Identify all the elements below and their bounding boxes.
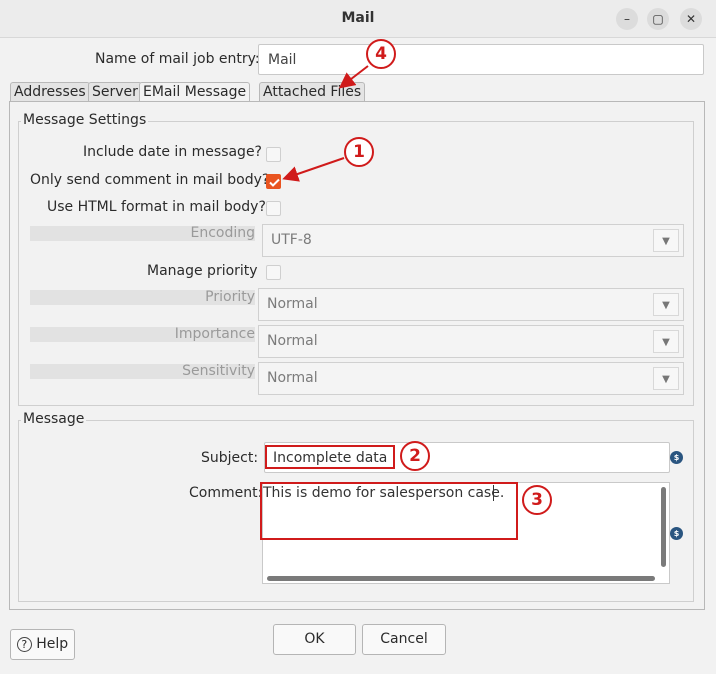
annotation-badge-1: 1 [344,137,374,167]
annotation-badge-4: 4 [366,39,396,69]
annotation-arrows [282,65,369,182]
annotation-arrow-1 [282,157,345,182]
annotation-badge-3: 3 [522,485,552,515]
annotation-badge-2: 2 [400,441,430,471]
annotation-arrow-4 [338,65,369,89]
